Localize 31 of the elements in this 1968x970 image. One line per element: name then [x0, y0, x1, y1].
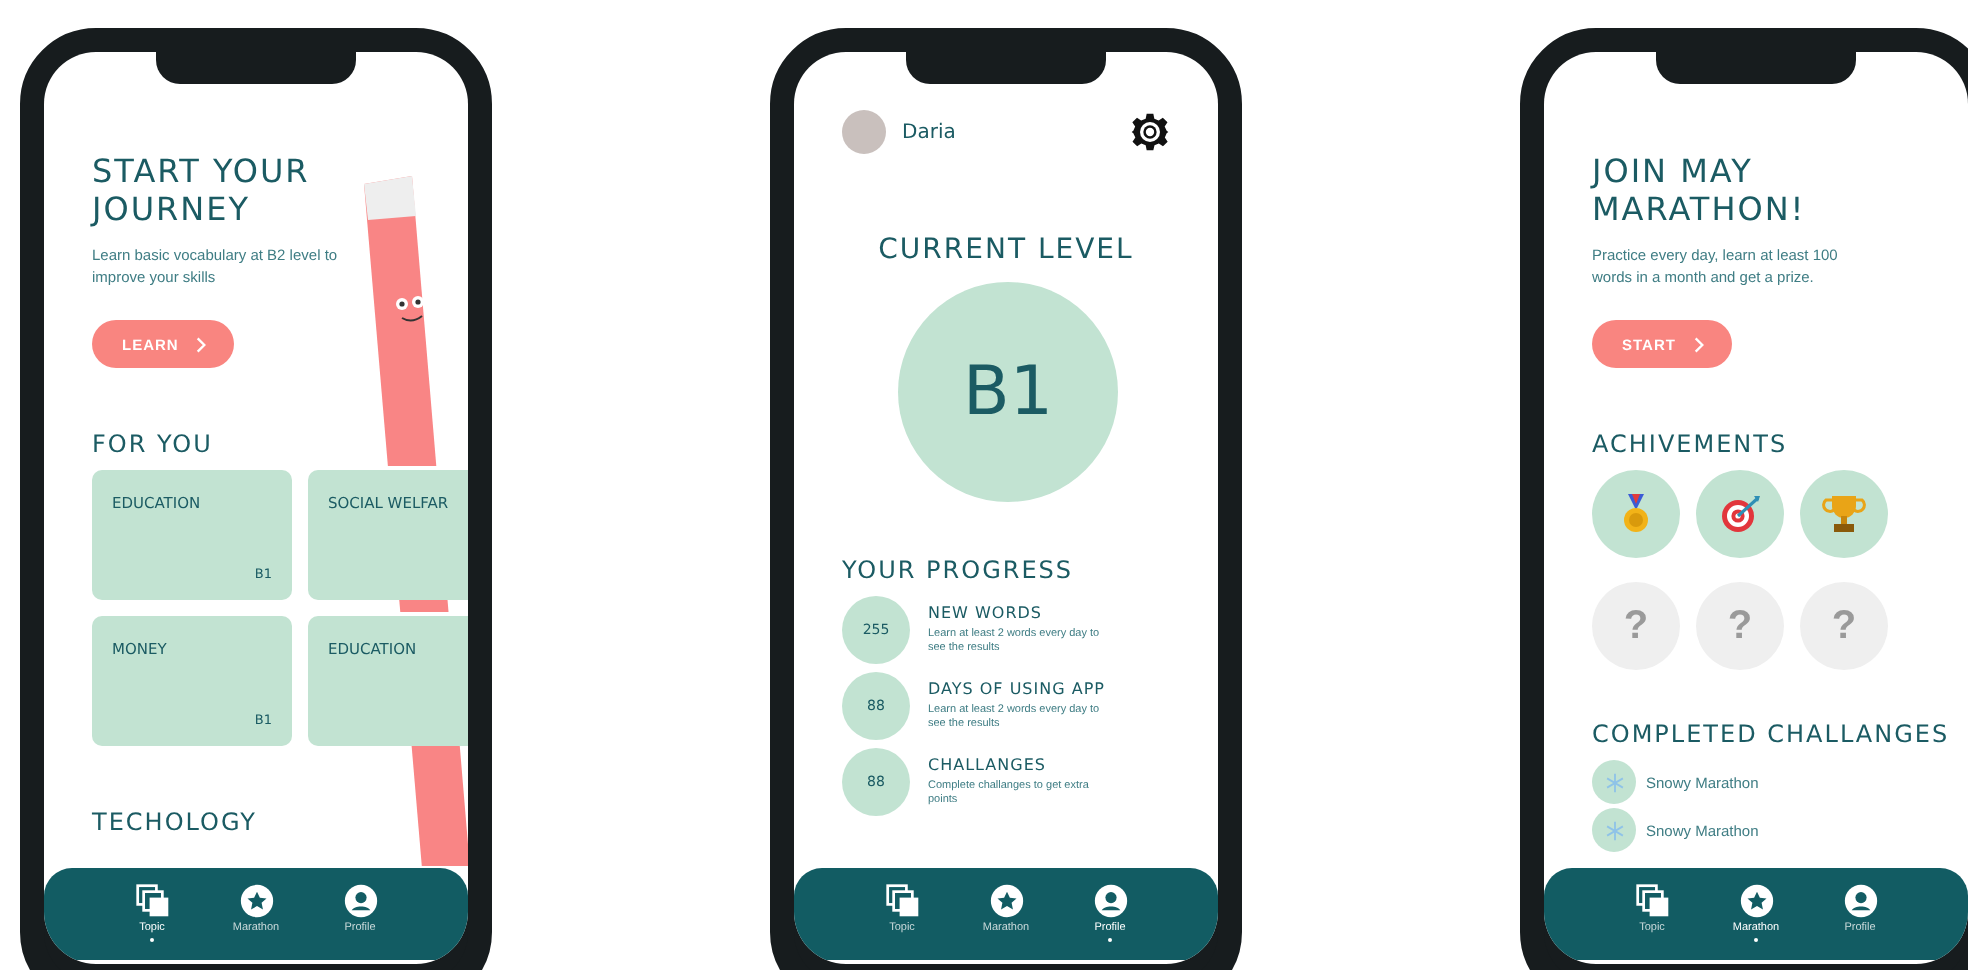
section-heading: COMPLETED CHALLANGES: [1592, 718, 1952, 750]
stat-title: NEW WORDS: [928, 604, 1044, 622]
chevron-icon: [196, 335, 207, 353]
section-heading: TECHOLOGY: [92, 806, 259, 838]
user-name: Daria: [902, 121, 958, 143]
stat-title: CHALLANGES: [928, 756, 1048, 774]
level-circle: B1: [898, 282, 1118, 502]
snowflake-icon: [1603, 819, 1625, 841]
stat-title: DAYS OF USING APP: [928, 680, 1107, 698]
profile-icon: [1843, 884, 1877, 918]
section-heading: YOUR PROGRESS: [842, 554, 1076, 586]
snowflake-icon: [1603, 771, 1625, 793]
pencil-body-segment: [410, 746, 468, 866]
profile-icon: [1093, 884, 1127, 918]
heading: START YOUR JOURNEY: [92, 152, 312, 228]
target-icon: [1716, 490, 1764, 538]
heading: JOIN MAY MARATHON!: [1592, 152, 1808, 228]
profile-icon: [343, 884, 377, 918]
stacked-squares-icon: [135, 884, 169, 918]
settings-icon[interactable]: [1130, 112, 1170, 152]
stacked-squares-icon: [885, 884, 919, 918]
locked-achievement: ?: [1696, 582, 1784, 670]
pencil-body-segment: [398, 600, 450, 612]
trophy-icon: [1820, 490, 1868, 538]
locked-achievement: ?: [1592, 582, 1680, 670]
chevron-icon: [1693, 335, 1704, 353]
section-heading: CURRENT LEVEL: [876, 234, 1136, 266]
section-heading: ACHIVEMENTS: [1592, 428, 1790, 460]
section-heading: FOR YOU: [92, 428, 215, 460]
stacked-squares-icon: [1635, 884, 1669, 918]
locked-achievement: ?: [1800, 582, 1888, 670]
